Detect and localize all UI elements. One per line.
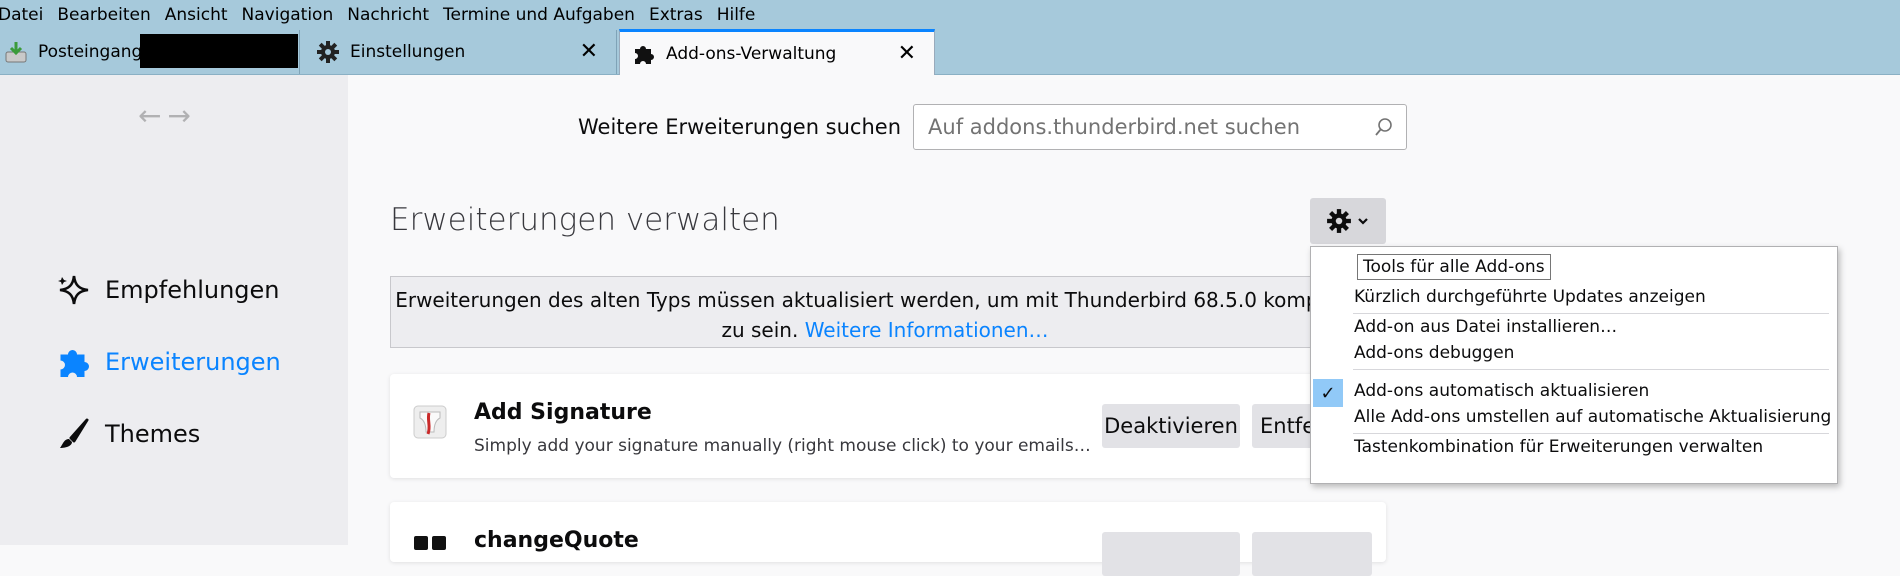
inbox-download-icon — [4, 40, 28, 64]
page-title: Erweiterungen verwalten — [390, 202, 780, 238]
menu-datei[interactable]: Datei — [0, 5, 53, 25]
menu-navigation[interactable]: Navigation — [242, 5, 344, 25]
close-icon[interactable]: ✕ — [580, 41, 598, 63]
tab-inbox-label: Posteingang - — [38, 42, 154, 62]
tab-settings[interactable]: Einstellungen ✕ — [302, 30, 617, 74]
menu-item-reset-all-auto-update[interactable]: Alle Add-ons umstellen auf automatische … — [1354, 407, 1831, 427]
menu-separator — [1353, 313, 1829, 314]
search-row: Weitere Erweiterungen suchen — [578, 104, 1408, 150]
puzzle-icon — [55, 343, 93, 381]
tab-addons-label: Add-ons-Verwaltung — [666, 43, 837, 64]
menu-separator — [1353, 369, 1829, 370]
search-label: Weitere Erweiterungen suchen — [578, 115, 902, 139]
addon-description: Simply add your signature manually (righ… — [474, 436, 1094, 456]
gear-icon — [1326, 208, 1352, 234]
tools-dropdown-menu: Kürzlich durchgeführte Updates anzeigen … — [1310, 246, 1838, 484]
tab-addons[interactable]: Add-ons-Verwaltung ✕ — [619, 29, 935, 75]
tools-tooltip: Tools für alle Add-ons — [1357, 254, 1551, 280]
menu-bearbeiten[interactable]: Bearbeiten — [57, 5, 160, 25]
search-icon[interactable] — [1374, 117, 1394, 137]
tools-gear-button[interactable] — [1310, 198, 1386, 244]
brush-icon — [55, 415, 93, 453]
menu-nachricht[interactable]: Nachricht — [347, 5, 439, 25]
tab-inbox[interactable]: Posteingang - — [0, 30, 300, 74]
menu-item-install-from-file[interactable]: Add-on aus Datei installieren… — [1354, 317, 1617, 337]
search-input[interactable] — [926, 114, 1375, 140]
remove-button[interactable] — [1252, 532, 1372, 576]
checkmark-icon: ✓ — [1313, 379, 1343, 407]
deactivate-button[interactable] — [1102, 532, 1240, 576]
changequote-addon-icon — [412, 534, 448, 570]
menu-item-debug-addons[interactable]: Add-ons debuggen — [1354, 343, 1514, 363]
addon-name: changeQuote — [474, 528, 639, 553]
sidebar-item-label: Erweiterungen — [105, 348, 281, 376]
menu-termine[interactable]: Termine und Aufgaben — [443, 5, 645, 25]
sidebar: ←→ Empfehlungen Erweiterungen Themes — [0, 75, 348, 545]
sidebar-item-label: Empfehlungen — [105, 276, 280, 304]
menu-hilfe[interactable]: Hilfe — [717, 5, 766, 25]
sidebar-item-themes[interactable]: Themes — [55, 415, 200, 453]
signature-addon-icon — [412, 404, 448, 440]
menu-item-recent-updates[interactable]: Kürzlich durchgeführte Updates anzeigen — [1354, 287, 1706, 307]
history-arrows[interactable]: ←→ — [138, 99, 197, 132]
puzzle-icon — [632, 42, 656, 66]
addon-card[interactable]: Add Signature Simply add your signature … — [390, 374, 1386, 478]
tab-bar: Posteingang - Einstellungen ✕ Add-ons-Ve… — [0, 29, 1900, 75]
redacted-account — [140, 34, 298, 68]
sidebar-item-label: Themes — [105, 420, 201, 448]
legacy-notice: Erweiterungen des alten Typs müssen aktu… — [390, 276, 1380, 348]
tab-settings-label: Einstellungen — [350, 42, 466, 62]
close-icon[interactable]: ✕ — [898, 42, 916, 65]
sparkle-icon — [55, 271, 93, 309]
sidebar-item-recommendations[interactable]: Empfehlungen — [55, 271, 280, 309]
chevron-down-icon — [1356, 214, 1370, 228]
menu-ansicht[interactable]: Ansicht — [165, 5, 238, 25]
deactivate-button[interactable]: Deaktivieren — [1102, 404, 1240, 448]
menu-item-manage-shortcuts[interactable]: Tastenkombination für Erweiterungen verw… — [1354, 437, 1763, 457]
addon-name: Add Signature — [474, 400, 652, 425]
search-box[interactable] — [913, 104, 1408, 150]
more-info-link[interactable]: Weitere Informationen… — [805, 318, 1049, 342]
menu-separator — [1353, 433, 1829, 434]
menu-bar: Datei Bearbeiten Ansicht Navigation Nach… — [0, 0, 1900, 30]
menu-extras[interactable]: Extras — [649, 5, 713, 25]
addon-card[interactable]: changeQuote — [390, 502, 1386, 576]
menu-item-auto-update[interactable]: Add-ons automatisch aktualisieren — [1354, 381, 1649, 401]
gear-icon — [316, 40, 340, 64]
sidebar-item-extensions[interactable]: Erweiterungen — [55, 343, 281, 381]
